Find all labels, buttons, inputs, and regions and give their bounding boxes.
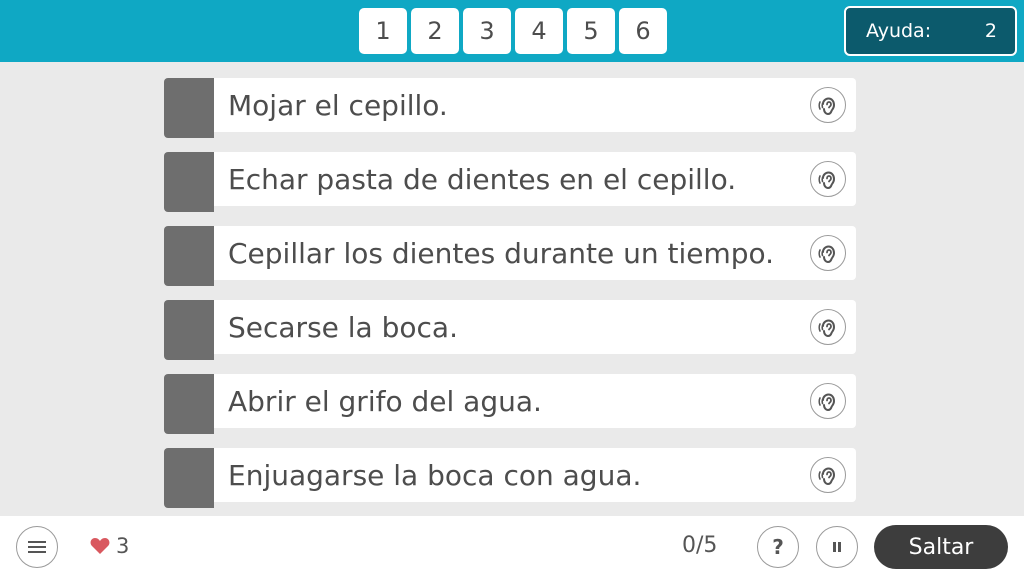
lives-counter: 3 (90, 534, 129, 558)
slot-3[interactable]: 3 (463, 8, 511, 54)
drag-handle[interactable] (164, 300, 214, 360)
bottom-bar: 3 0/5 ? Saltar (0, 516, 1024, 576)
slot-6[interactable]: 6 (619, 8, 667, 54)
step-row[interactable]: Enjuagarse la boca con agua. (164, 448, 856, 508)
help-label: Ayuda: (866, 20, 932, 42)
step-text: Cepillar los dientes durante un tiempo. (228, 236, 775, 270)
ear-glyph-icon (818, 171, 836, 190)
step-text: Echar pasta de dientes en el cepillo. (228, 162, 737, 196)
slot-4[interactable]: 4 (515, 8, 563, 54)
drag-handle[interactable] (164, 226, 214, 286)
ear-icon[interactable] (810, 309, 846, 345)
top-bar: 1 2 3 4 5 6 Ayuda: 2 (0, 0, 1024, 62)
step-text: Enjuagarse la boca con agua. (228, 458, 642, 492)
ear-glyph-icon (818, 467, 836, 486)
step-card[interactable]: Secarse la boca. (214, 300, 856, 354)
drag-handle[interactable] (164, 448, 214, 508)
progress-counter: 0/5 (682, 533, 718, 558)
pause-button[interactable] (816, 526, 858, 568)
ear-icon[interactable] (810, 87, 846, 123)
step-row[interactable]: Secarse la boca. (164, 300, 856, 360)
ear-glyph-icon (818, 245, 836, 264)
ear-icon[interactable] (810, 383, 846, 419)
sequence-slots: 1 2 3 4 5 6 (359, 8, 667, 54)
menu-button[interactable] (16, 526, 58, 568)
drag-handle[interactable] (164, 78, 214, 138)
drag-handle[interactable] (164, 374, 214, 434)
heart-icon (90, 538, 110, 554)
step-card[interactable]: Enjuagarse la boca con agua. (214, 448, 856, 502)
help-count: 2 (984, 20, 997, 42)
step-card[interactable]: Mojar el cepillo. (214, 78, 856, 132)
ear-icon[interactable] (810, 235, 846, 271)
step-text: Mojar el cepillo. (228, 88, 448, 122)
ear-glyph-icon (818, 97, 836, 116)
slot-2[interactable]: 2 (411, 8, 459, 54)
drag-handle[interactable] (164, 152, 214, 212)
step-card[interactable]: Echar pasta de dientes en el cepillo. (214, 152, 856, 206)
step-row[interactable]: Mojar el cepillo. (164, 78, 856, 138)
step-text: Secarse la boca. (228, 310, 458, 344)
slot-1[interactable]: 1 (359, 8, 407, 54)
step-row[interactable]: Cepillar los dientes durante un tiempo. (164, 226, 856, 286)
slot-5[interactable]: 5 (567, 8, 615, 54)
step-card[interactable]: Cepillar los dientes durante un tiempo. (214, 226, 856, 280)
ear-icon[interactable] (810, 161, 846, 197)
step-row[interactable]: Echar pasta de dientes en el cepillo. (164, 152, 856, 212)
skip-button[interactable]: Saltar (874, 525, 1008, 569)
step-row[interactable]: Abrir el grifo del agua. (164, 374, 856, 434)
question-icon: ? (772, 535, 784, 559)
ear-icon[interactable] (810, 457, 846, 493)
menu-icon (28, 541, 46, 553)
step-text: Abrir el grifo del agua. (228, 384, 542, 418)
step-card[interactable]: Abrir el grifo del agua. (214, 374, 856, 428)
pause-icon (833, 542, 841, 552)
help-button[interactable]: ? (757, 526, 799, 568)
help-counter-button[interactable]: Ayuda: 2 (844, 6, 1017, 56)
lives-count: 3 (116, 534, 130, 558)
ear-glyph-icon (818, 393, 836, 412)
ear-glyph-icon (818, 319, 836, 338)
